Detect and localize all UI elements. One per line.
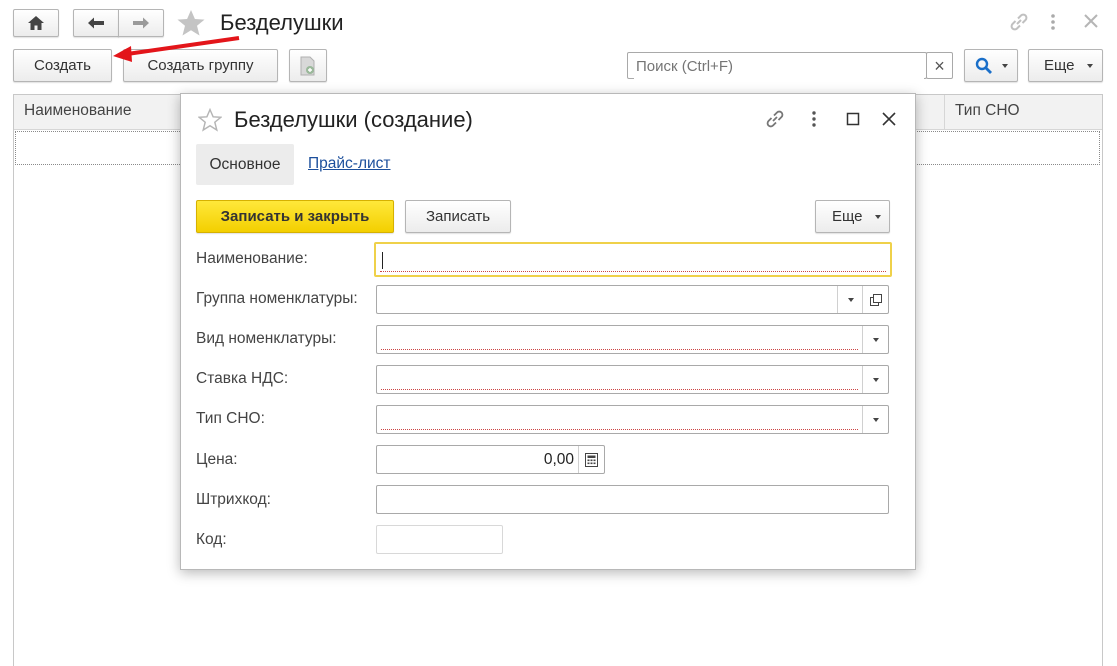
column-divider (944, 95, 945, 129)
more-vertical-icon[interactable] (809, 109, 819, 129)
link-icon[interactable] (1008, 11, 1030, 33)
search-button[interactable] (964, 49, 1018, 82)
price-value: 0,00 (543, 451, 574, 468)
dialog-more-button[interactable]: Еще (815, 200, 890, 233)
vat-dropdown-button[interactable] (862, 366, 888, 393)
required-underline (381, 349, 858, 350)
chevron-down-icon (1002, 64, 1008, 68)
code-label: Код: (196, 531, 227, 548)
column-header-tax[interactable]: Тип СНО (955, 102, 1020, 120)
tab-price-list[interactable]: Прайс-лист (308, 155, 391, 173)
create-button[interactable]: Создать (13, 49, 112, 82)
red-arrow-annotation (113, 36, 240, 62)
search-input-wrapper[interactable] (627, 52, 927, 79)
dialog-title: Безделушки (создание) (234, 107, 473, 132)
group-input[interactable] (376, 285, 889, 314)
clear-icon: × (934, 55, 945, 76)
calculator-icon (585, 452, 598, 467)
dialog-more-label: Еще (832, 208, 863, 225)
save-and-close-button[interactable]: Записать и закрыть (196, 200, 394, 233)
arrow-left-icon (87, 16, 105, 30)
more-button-label: Еще (1044, 57, 1075, 74)
name-label: Наименование: (196, 250, 308, 267)
chevron-down-icon (875, 215, 881, 219)
vat-label: Ставка НДС: (196, 370, 289, 387)
tab-main[interactable]: Основное (196, 144, 294, 185)
chevron-down-icon (1087, 64, 1093, 68)
group-open-button[interactable] (862, 286, 888, 313)
more-vertical-icon[interactable] (1048, 12, 1058, 32)
search-clear-button[interactable]: × (926, 52, 953, 79)
arrow-right-icon (132, 16, 150, 30)
calculator-button[interactable] (578, 446, 604, 473)
vat-input[interactable] (376, 365, 889, 394)
required-underline (380, 271, 886, 272)
more-button[interactable]: Еще (1028, 49, 1103, 82)
tax-input[interactable] (376, 405, 889, 434)
barcode-label: Штрихкод: (196, 491, 271, 508)
kind-label: Вид номенклатуры: (196, 330, 337, 347)
kind-input[interactable] (376, 325, 889, 354)
group-dropdown-button[interactable] (837, 286, 863, 313)
text-cursor (382, 252, 383, 269)
save-button[interactable]: Записать (405, 200, 511, 233)
search-input[interactable] (634, 54, 924, 79)
home-button[interactable] (13, 9, 59, 37)
kind-dropdown-button[interactable] (862, 326, 888, 353)
link-icon[interactable] (764, 108, 786, 130)
search-icon (975, 57, 993, 75)
close-icon[interactable] (1083, 13, 1099, 29)
open-icon (869, 293, 882, 306)
code-input (376, 525, 503, 554)
tax-label: Тип СНО: (196, 410, 265, 427)
chevron-down-icon (847, 297, 854, 302)
maximize-icon[interactable] (845, 111, 861, 127)
price-label: Цена: (196, 451, 238, 468)
group-label: Группа номенклатуры: (196, 290, 358, 307)
document-add-icon (299, 56, 317, 76)
name-input[interactable] (374, 242, 892, 277)
chevron-down-icon (872, 377, 879, 382)
barcode-input[interactable] (376, 485, 889, 514)
required-underline (381, 429, 858, 430)
tax-dropdown-button[interactable] (862, 406, 888, 433)
favorite-star-icon[interactable] (198, 108, 222, 132)
home-icon (27, 15, 45, 31)
column-header-name[interactable]: Наименование (24, 102, 131, 120)
close-icon[interactable] (881, 111, 897, 127)
chevron-down-icon (872, 417, 879, 422)
required-underline (381, 389, 858, 390)
add-from-button[interactable] (289, 49, 327, 82)
chevron-down-icon (872, 337, 879, 342)
price-input[interactable]: 0,00 (376, 445, 605, 474)
